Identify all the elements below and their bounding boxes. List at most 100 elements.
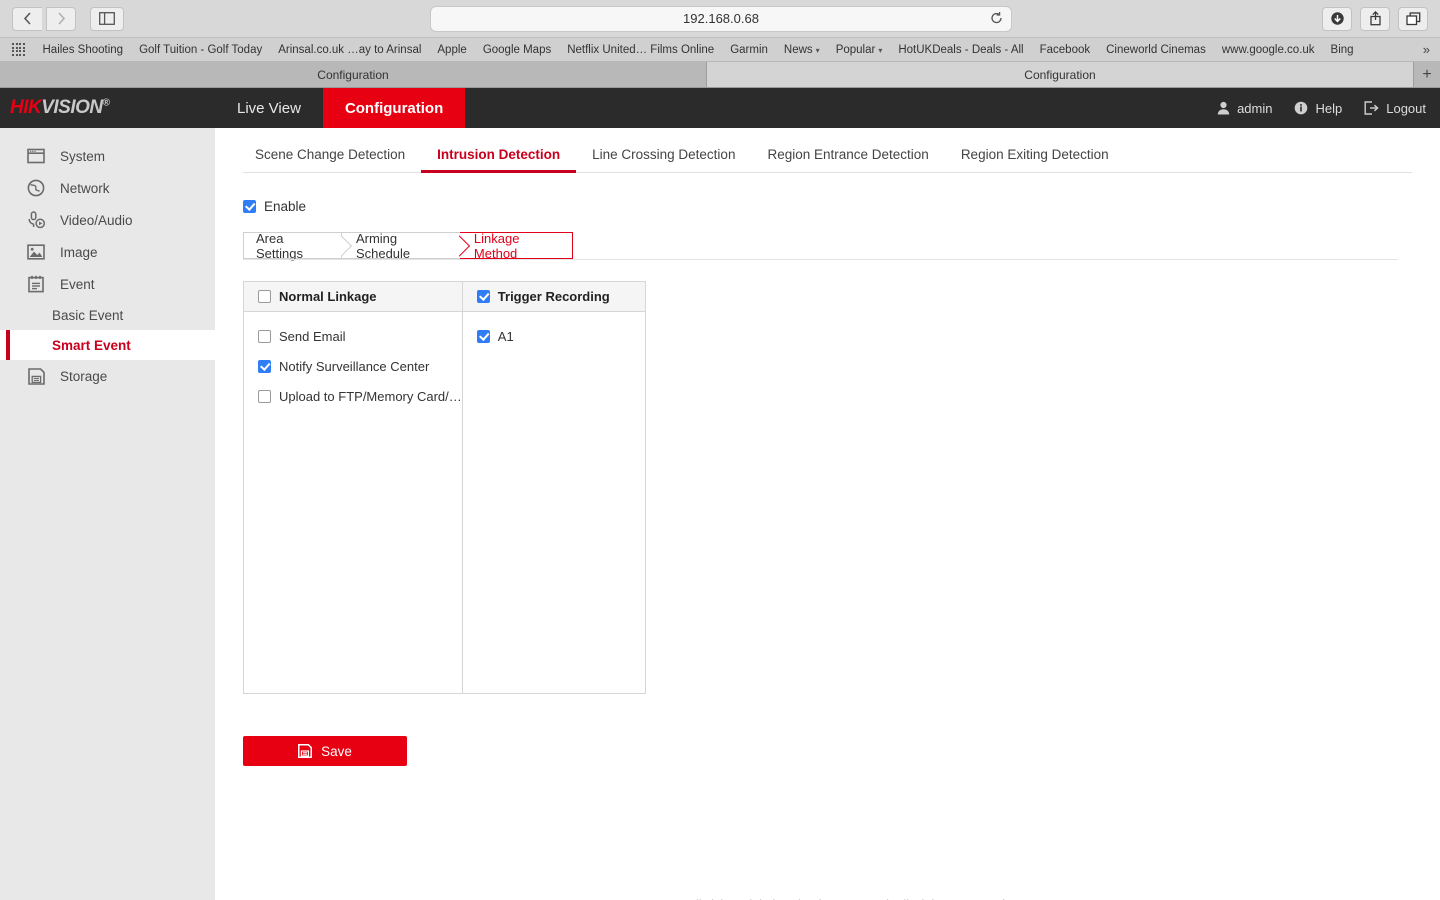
- reload-icon[interactable]: [990, 11, 1003, 26]
- linkage-row-send-email[interactable]: Send Email: [244, 321, 462, 351]
- bookmark-item[interactable]: Netflix United… Films Online: [559, 44, 722, 56]
- linkage-method-table: Normal Linkage Send Email Notify Surveil…: [243, 281, 646, 694]
- logo-hik-text: HIK: [10, 97, 41, 118]
- chevron-right-icon: [57, 12, 66, 25]
- help-link[interactable]: Help: [1294, 101, 1342, 116]
- logo-vision-text: VISION: [41, 97, 102, 118]
- bookmarks-overflow-icon[interactable]: »: [1423, 42, 1430, 57]
- tab-line-crossing-detection[interactable]: Line Crossing Detection: [576, 147, 751, 172]
- bookmark-item-news[interactable]: News▾: [776, 44, 828, 56]
- browser-tab-bar: Configuration Configuration +: [0, 62, 1440, 88]
- linkage-row-label: Send Email: [279, 329, 345, 344]
- main-nav: Live View Configuration: [215, 88, 465, 128]
- bookmark-item-popular[interactable]: Popular▾: [828, 44, 891, 56]
- step-area-settings[interactable]: Area Settings: [243, 232, 341, 259]
- share-button[interactable]: [1360, 7, 1390, 31]
- upload-ftp-checkbox[interactable]: [258, 390, 271, 403]
- bookmark-item[interactable]: Golf Tuition - Golf Today: [131, 44, 270, 56]
- sidebar-subitem-smart-event[interactable]: Smart Event: [0, 330, 215, 360]
- sidebar-item-label: Storage: [60, 369, 107, 384]
- channel-a1-checkbox[interactable]: [477, 330, 490, 343]
- step-label: Linkage Method: [474, 231, 558, 261]
- calendar-event-icon: [26, 274, 46, 294]
- logout-link[interactable]: Logout: [1364, 101, 1426, 116]
- system-window-icon: [26, 146, 46, 166]
- sidebar-item-image[interactable]: Image: [0, 236, 215, 268]
- bookmark-label: News: [784, 44, 813, 56]
- toolbar-right-buttons: [1322, 7, 1428, 31]
- address-bar-text: 192.168.0.68: [683, 11, 759, 26]
- bookmark-item[interactable]: Google Maps: [475, 44, 559, 56]
- trigger-recording-header-label: Trigger Recording: [498, 289, 610, 304]
- nav-configuration[interactable]: Configuration: [323, 88, 465, 128]
- tab-label: Scene Change Detection: [255, 147, 405, 162]
- sidebar-toggle-button[interactable]: [90, 7, 124, 31]
- logout-icon: [1364, 101, 1379, 115]
- storage-floppy-icon: [26, 366, 46, 386]
- browser-tab-active[interactable]: Configuration: [707, 62, 1414, 87]
- bookmark-item[interactable]: Hailes Shooting: [35, 44, 132, 56]
- sidebar-item-event[interactable]: Event: [0, 268, 215, 300]
- linkage-row-upload-ftp[interactable]: Upload to FTP/Memory Card/…: [244, 381, 462, 411]
- tab-label: Region Exiting Detection: [961, 147, 1109, 162]
- nav-live-view[interactable]: Live View: [215, 88, 323, 128]
- help-label: Help: [1315, 101, 1342, 116]
- trigger-recording-body: A1: [463, 312, 645, 693]
- save-button-label: Save: [321, 744, 352, 759]
- sidebar-item-label: Video/Audio: [60, 213, 133, 228]
- bookmark-item[interactable]: Facebook: [1032, 44, 1099, 56]
- tab-scene-change-detection[interactable]: Scene Change Detection: [243, 147, 421, 172]
- video-audio-icon: [26, 210, 46, 230]
- tab-label: Line Crossing Detection: [592, 147, 735, 162]
- browser-toolbar: 192.168.0.68: [0, 0, 1440, 38]
- tabs-overview-button[interactable]: [1398, 7, 1428, 31]
- bookmark-item[interactable]: www.google.co.uk: [1214, 44, 1323, 56]
- nav-configuration-label: Configuration: [345, 100, 443, 117]
- bookmark-item[interactable]: Arinsal.co.uk …ay to Arinsal: [270, 44, 429, 56]
- step-linkage-method[interactable]: Linkage Method: [460, 232, 573, 259]
- step-arming-schedule[interactable]: Arming Schedule: [341, 232, 460, 259]
- header-right-actions: admin Help Logout: [1217, 101, 1426, 116]
- browser-tab-title: Configuration: [317, 68, 388, 82]
- bookmark-item[interactable]: Cineworld Cinemas: [1098, 44, 1214, 56]
- save-button[interactable]: Save: [243, 736, 407, 766]
- address-bar[interactable]: 192.168.0.68: [430, 6, 1012, 32]
- tab-region-exiting-detection[interactable]: Region Exiting Detection: [945, 147, 1125, 172]
- sidebar-item-video-audio[interactable]: Video/Audio: [0, 204, 215, 236]
- bookmark-item[interactable]: Garmin: [722, 44, 776, 56]
- user-account[interactable]: admin: [1217, 101, 1272, 116]
- content-panel: Scene Change Detection Intrusion Detecti…: [215, 128, 1440, 900]
- sidebar-toggle-icon: [99, 12, 115, 25]
- sidebar-subitem-label: Basic Event: [52, 308, 123, 323]
- forward-button[interactable]: [46, 7, 76, 31]
- linkage-row-notify-surveillance-center[interactable]: Notify Surveillance Center: [244, 351, 462, 381]
- downloads-button[interactable]: [1322, 7, 1352, 31]
- tab-intrusion-detection[interactable]: Intrusion Detection: [421, 147, 576, 172]
- main-wrapper: System Network Video/Audio: [0, 128, 1440, 900]
- bookmark-item[interactable]: Apple: [429, 44, 474, 56]
- sidebar: System Network Video/Audio: [0, 128, 215, 900]
- normal-linkage-select-all-checkbox[interactable]: [258, 290, 271, 303]
- browser-tab[interactable]: Configuration: [0, 62, 707, 87]
- tab-region-entrance-detection[interactable]: Region Entrance Detection: [751, 147, 944, 172]
- send-email-checkbox[interactable]: [258, 330, 271, 343]
- step-tabs: Area Settings Arming Schedule Linkage Me…: [243, 232, 573, 259]
- sidebar-item-storage[interactable]: Storage: [0, 360, 215, 392]
- normal-linkage-column: Normal Linkage Send Email Notify Surveil…: [244, 282, 463, 693]
- sidebar-subitem-basic-event[interactable]: Basic Event: [0, 300, 215, 330]
- new-tab-button[interactable]: +: [1414, 62, 1440, 87]
- notify-surveillance-center-checkbox[interactable]: [258, 360, 271, 373]
- trigger-recording-select-all-checkbox[interactable]: [477, 290, 490, 303]
- linkage-row-a1[interactable]: A1: [463, 321, 645, 351]
- enable-checkbox[interactable]: [243, 200, 256, 213]
- sidebar-item-system[interactable]: System: [0, 140, 215, 172]
- back-button[interactable]: [12, 7, 42, 31]
- bookmark-item[interactable]: Bing: [1323, 44, 1362, 56]
- nav-button-group: [12, 7, 76, 31]
- chevron-down-icon: ▾: [878, 46, 882, 55]
- apps-grid-icon[interactable]: [12, 43, 25, 56]
- sidebar-item-network[interactable]: Network: [0, 172, 215, 204]
- detection-tabs: Scene Change Detection Intrusion Detecti…: [243, 128, 1412, 173]
- bookmark-item[interactable]: HotUKDeals - Deals - All: [890, 44, 1031, 56]
- browser-tab-title: Configuration: [1024, 68, 1095, 82]
